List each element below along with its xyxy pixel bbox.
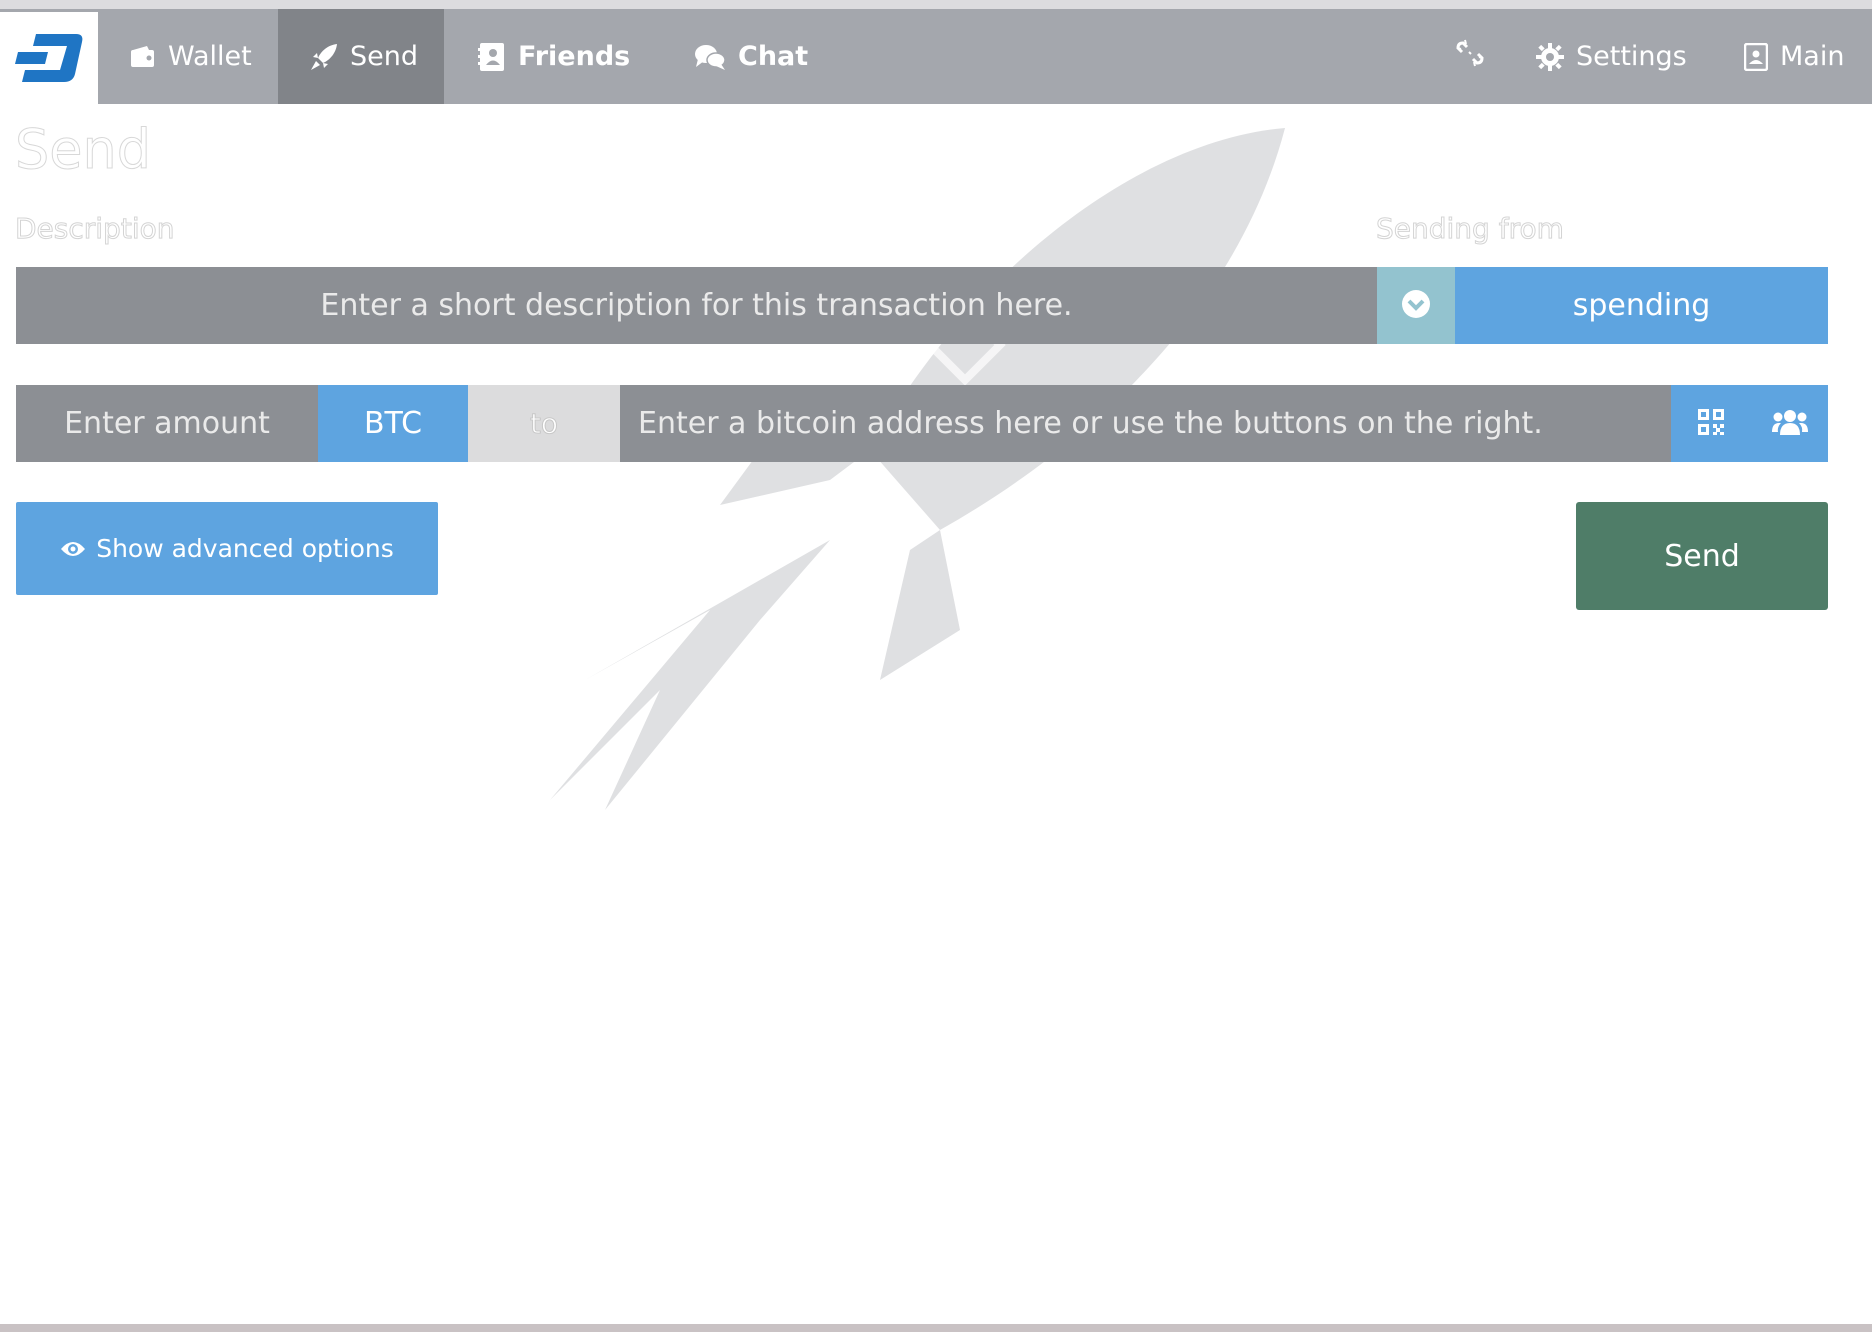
dash-logo[interactable] <box>0 12 98 104</box>
eye-icon <box>60 540 86 558</box>
chevron-down-circle-icon <box>1401 289 1431 323</box>
description-input[interactable] <box>16 267 1377 344</box>
description-label: Description <box>14 212 175 246</box>
chat-bubbles-icon <box>694 43 726 71</box>
show-advanced-options-button[interactable]: Show advanced options <box>16 502 438 595</box>
nav-chat[interactable]: Chat <box>694 9 834 104</box>
nav-settings-label: Settings <box>1576 41 1687 72</box>
wallet-icon <box>130 45 156 69</box>
account-selector[interactable]: spending <box>1455 267 1828 344</box>
window-bottom-border <box>0 1324 1872 1332</box>
disconnect-icon <box>1455 38 1485 75</box>
currency-button[interactable]: BTC <box>318 385 468 462</box>
scan-qr-button[interactable] <box>1671 385 1751 462</box>
nav-wallet-label: Wallet <box>168 41 252 72</box>
nav-friends-label: Friends <box>518 41 631 72</box>
nav-connection-status[interactable] <box>1440 9 1500 104</box>
sending-from-label: Sending from <box>1376 212 1565 246</box>
amount-input[interactable] <box>16 385 318 462</box>
to-label: to <box>468 385 620 462</box>
nav-settings[interactable]: Settings <box>1536 9 1687 104</box>
rocket-watermark-icon <box>550 128 1285 810</box>
window-top-border <box>0 0 1872 9</box>
nav-main-label: Main <box>1780 41 1845 72</box>
identity-card-icon <box>1744 42 1768 71</box>
page-title: Send <box>14 118 152 182</box>
send-button[interactable]: Send <box>1576 502 1828 610</box>
account-dropdown-toggle[interactable] <box>1377 267 1455 344</box>
nav-send-label: Send <box>350 41 419 72</box>
nav-chat-label: Chat <box>738 41 809 72</box>
users-icon <box>1771 408 1808 440</box>
show-advanced-options-label: Show advanced options <box>96 534 394 563</box>
rocket-icon <box>310 43 338 71</box>
dash-logo-icon <box>15 34 83 82</box>
nav-send[interactable]: Send <box>278 9 444 104</box>
pick-friend-button[interactable] <box>1751 385 1828 462</box>
description-row: spending <box>16 267 1828 344</box>
nav-wallet[interactable]: Wallet <box>98 9 278 104</box>
top-navbar: Wallet Send Friends Chat Settings Main <box>0 9 1872 104</box>
amount-address-row: BTC to <box>16 385 1828 462</box>
qr-code-icon <box>1697 408 1725 440</box>
gear-icon <box>1536 42 1564 71</box>
address-input[interactable] <box>620 385 1671 462</box>
nav-main[interactable]: Main <box>1744 9 1872 104</box>
nav-friends[interactable]: Friends <box>478 9 648 104</box>
address-book-icon <box>478 42 506 72</box>
